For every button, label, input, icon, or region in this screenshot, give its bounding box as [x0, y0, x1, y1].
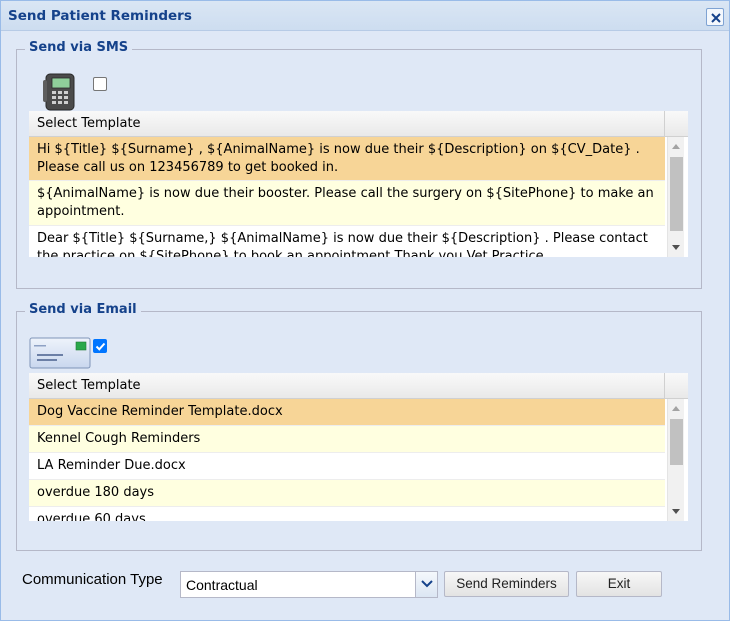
sms-legend: Send via SMS — [25, 40, 133, 55]
sms-template-text: Dear ${Title} ${Surname,} ${AnimalName} … — [37, 231, 648, 257]
chevron-down-icon[interactable] — [415, 572, 437, 597]
email-template-row[interactable]: overdue 60 days — [29, 507, 665, 521]
communication-type-label: Communication Type — [22, 571, 163, 588]
scrollbar-thumb[interactable] — [670, 419, 683, 465]
email-template-text: LA Reminder Due.docx — [37, 458, 186, 473]
sms-template-row[interactable]: ${AnimalName} is now due their booster. … — [29, 181, 665, 226]
send-patient-reminders-dialog: Send Patient Reminders Send via SMS Sele… — [0, 0, 730, 621]
email-template-row[interactable]: Dog Vaccine Reminder Template.docx — [29, 399, 665, 426]
sms-grid-scrollbar[interactable] — [667, 137, 684, 257]
email-group: Send via Email Select Template Dog Vacci… — [16, 302, 702, 551]
communication-type-select[interactable]: Contractual — [180, 571, 438, 598]
email-template-row[interactable]: Kennel Cough Reminders — [29, 426, 665, 453]
email-grid-scrollbar[interactable] — [667, 399, 684, 521]
email-grid-header-label: Select Template — [37, 378, 141, 393]
email-legend: Send via Email — [25, 302, 141, 317]
sms-group: Send via SMS Select Template Hi ${Title} — [16, 40, 702, 289]
phone-icon — [43, 72, 77, 112]
sms-template-row[interactable]: Dear ${Title} ${Surname,} ${AnimalName} … — [29, 226, 665, 257]
sms-template-text: ${AnimalName} is now due their booster. … — [37, 186, 654, 219]
communication-type-value[interactable]: Contractual — [186, 577, 258, 593]
dialog-titlebar[interactable]: Send Patient Reminders — [1, 1, 729, 31]
sms-enable-checkbox[interactable] — [93, 77, 107, 91]
close-icon[interactable] — [706, 8, 724, 26]
sms-grid-header-label: Select Template — [37, 116, 141, 131]
scrollbar-thumb[interactable] — [670, 157, 683, 231]
scroll-up-icon[interactable] — [672, 144, 680, 149]
email-enable-checkbox[interactable] — [93, 339, 107, 353]
email-template-row[interactable]: overdue 180 days — [29, 480, 665, 507]
sms-template-row[interactable]: Hi ${Title} ${Surname} , ${AnimalName} i… — [29, 137, 665, 181]
exit-button[interactable]: Exit — [576, 571, 662, 597]
scroll-down-icon[interactable] — [672, 245, 680, 250]
email-template-text: overdue 180 days — [37, 485, 155, 500]
email-template-text: Kennel Cough Reminders — [37, 431, 201, 446]
email-grid-header[interactable]: Select Template — [29, 373, 688, 399]
sms-template-grid: Select Template Hi ${Title} ${Surname} ,… — [29, 111, 688, 257]
email-template-text: overdue 60 days — [37, 512, 146, 521]
email-template-grid: Select Template Dog Vaccine Reminder Tem… — [29, 373, 688, 521]
scroll-down-icon[interactable] — [672, 509, 680, 514]
sms-template-text: Hi ${Title} ${Surname} , ${AnimalName} i… — [37, 142, 640, 175]
scroll-up-icon[interactable] — [672, 406, 680, 411]
send-reminders-button[interactable]: Send Reminders — [444, 571, 569, 597]
sms-grid-header[interactable]: Select Template — [29, 111, 688, 137]
email-template-text: Dog Vaccine Reminder Template.docx — [37, 404, 283, 419]
email-template-row[interactable]: LA Reminder Due.docx — [29, 453, 665, 480]
dialog-title: Send Patient Reminders — [8, 8, 192, 24]
email-envelope-icon — [29, 336, 93, 370]
